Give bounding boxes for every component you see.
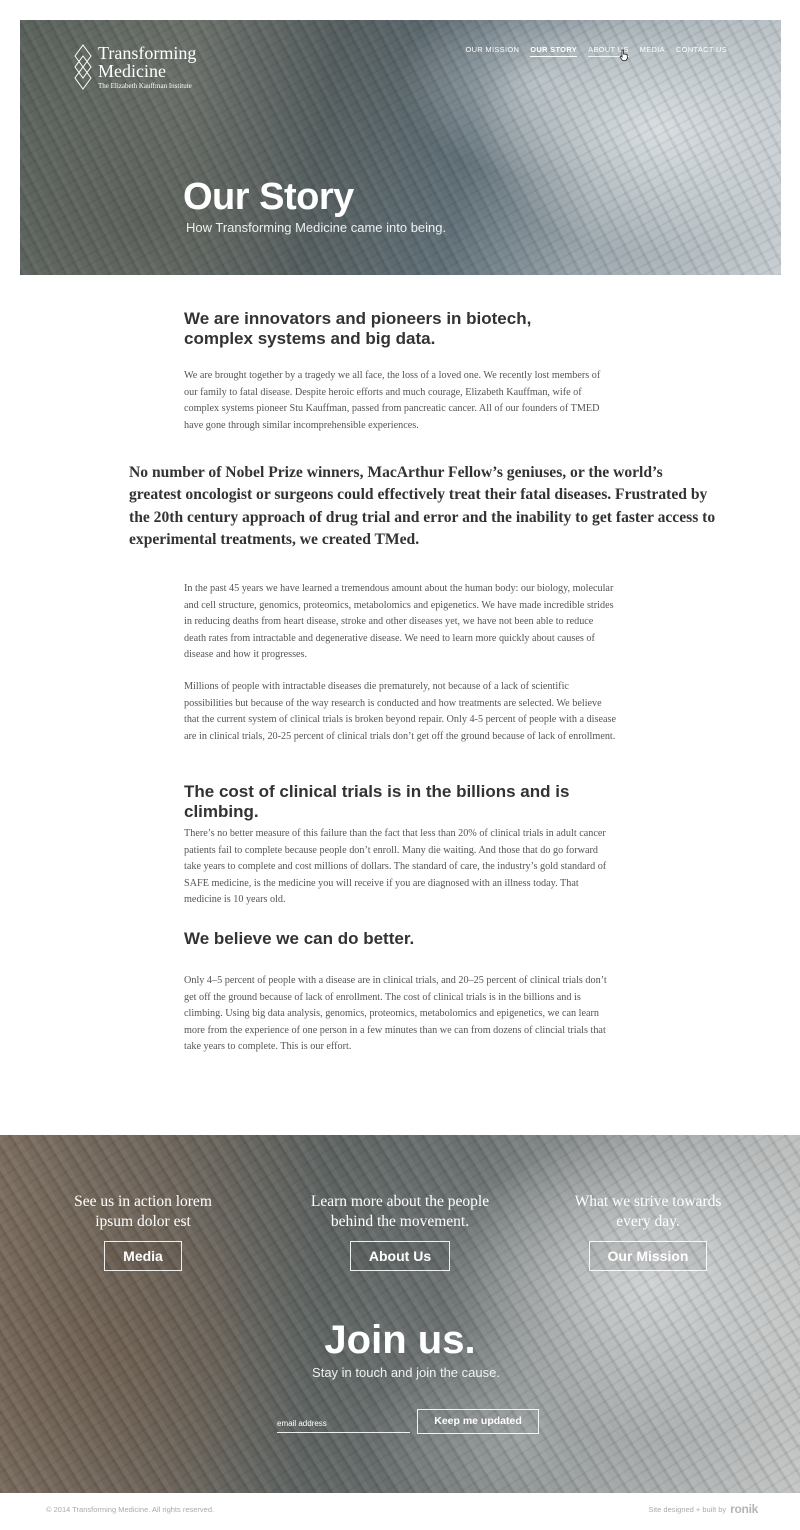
email-field[interactable] bbox=[277, 1415, 410, 1433]
site-logo[interactable]: Transforming Medicine The Elizabeth Kauf… bbox=[72, 42, 232, 92]
cta-column-media: See us in action lorem ipsum dolor est M… bbox=[63, 1192, 223, 1271]
media-button[interactable]: Media bbox=[104, 1241, 182, 1271]
logo-wordmark: Transforming Medicine bbox=[98, 43, 197, 81]
cta-text-mission: What we strive towards every day. bbox=[574, 1193, 722, 1230]
paragraph-intro: We are brought together by a tragedy we … bbox=[184, 370, 601, 431]
site-credit: Site designed + built by ronik bbox=[648, 1502, 758, 1516]
join-title: Join us. bbox=[324, 1318, 476, 1362]
our-mission-button[interactable]: Our Mission bbox=[588, 1241, 708, 1271]
ronik-logo-link[interactable]: ronik bbox=[730, 1502, 758, 1516]
cta-band: See us in action lorem ipsum dolor est M… bbox=[0, 1135, 800, 1493]
paragraph-millions: Millions of people with intractable dise… bbox=[184, 681, 616, 742]
logo-diamond-icon bbox=[74, 44, 92, 90]
credit-text: Site designed + built by bbox=[648, 1504, 727, 1514]
join-subtitle: Stay in touch and join the cause. bbox=[312, 1365, 500, 1380]
copyright-text: © 2014 Transforming Medicine. All rights… bbox=[46, 1505, 215, 1514]
cta-text-media: See us in action lorem ipsum dolor est bbox=[74, 1193, 212, 1230]
page-subtitle: How Transforming Medicine came into bein… bbox=[186, 220, 447, 235]
cta-column-about: Learn more about the people behind the m… bbox=[295, 1192, 505, 1271]
section-heading-innovators: We are innovators and pioneers in biotec… bbox=[184, 309, 532, 348]
band-rock-texture bbox=[0, 1135, 800, 1493]
paragraph-our-effort: Only 4–5 percent of people with a diseas… bbox=[184, 975, 607, 1052]
hero-banner: Transforming Medicine The Elizabeth Kauf… bbox=[20, 20, 781, 275]
site-footer: © 2014 Transforming Medicine. All rights… bbox=[0, 1493, 800, 1530]
section-heading-cost: The cost of clinical trials is in the bi… bbox=[184, 782, 570, 821]
hand-cursor-icon bbox=[619, 49, 628, 61]
cta-column-mission: What we strive towards every day. Our Mi… bbox=[558, 1192, 738, 1271]
logo-tagline: The Elizabeth Kauffman Institute bbox=[98, 82, 192, 90]
keep-me-updated-button[interactable]: Keep me updated bbox=[417, 1409, 539, 1434]
about-us-button[interactable]: About Us bbox=[349, 1241, 451, 1271]
section-heading-better: We believe we can do better. bbox=[184, 929, 415, 948]
main-nav: Our Mission Our Story About Us Media Con… bbox=[465, 45, 727, 57]
nav-our-mission[interactable]: Our Mission bbox=[465, 45, 519, 57]
cta-text-about: Learn more about the people behind the m… bbox=[310, 1193, 490, 1230]
nav-media[interactable]: Media bbox=[640, 45, 665, 57]
page-title: Our Story bbox=[183, 176, 354, 218]
paragraph-no-better-measure: There’s no better measure of this failur… bbox=[184, 828, 607, 905]
nav-our-story[interactable]: Our Story bbox=[530, 45, 578, 57]
nav-contact-us[interactable]: Contact Us bbox=[676, 45, 727, 57]
paragraph-45-years: In the past 45 years we have learned a t… bbox=[184, 583, 614, 660]
pull-quote: No number of Nobel Prize winners, MacArt… bbox=[129, 464, 716, 548]
